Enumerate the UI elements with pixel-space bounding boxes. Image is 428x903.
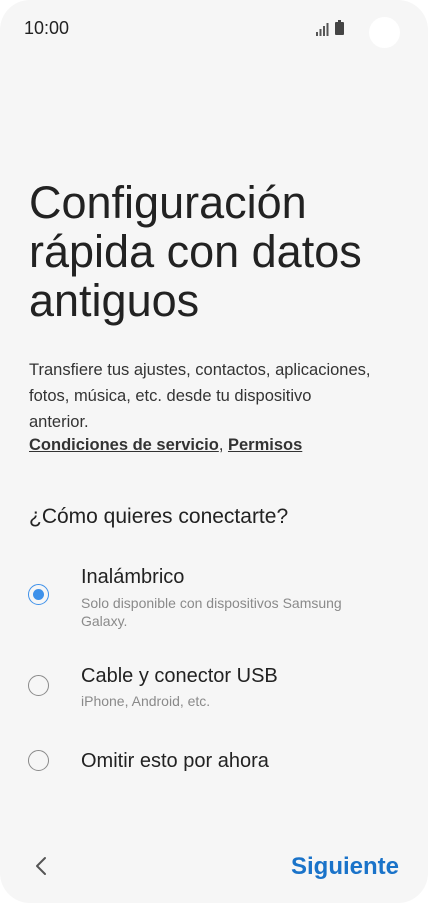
page-title: Configuración rápida con datos antiguos [29,178,409,325]
radio-dot [32,588,44,600]
connection-question: ¿Cómo quieres conectarte? [29,505,289,528]
description-line: Transfiere tus ajustes, contactos, aplic… [29,361,371,379]
terms-link[interactable]: Condiciones de servicio [29,436,219,454]
description-line: fotos, música, etc. desde tu dispositivo [29,387,312,405]
option-title: Omitir esto por ahora [81,750,269,772]
subtitle-line: Galaxy. [81,613,128,629]
option-wireless[interactable]: Inalámbrico Solo disponible con disposit… [0,562,428,632]
signal-icon [316,23,329,36]
subtitle-line: iPhone, Android, etc. [81,693,211,709]
permissions-link[interactable]: Permisos [228,436,302,454]
radio-button-usb[interactable] [28,675,49,696]
title-line: rápida con datos [29,226,362,277]
option-usb-cable[interactable]: Cable y conector USB iPhone, Android, et… [0,661,428,716]
title-line: antiguos [29,275,200,326]
link-separator: , [218,436,228,454]
option-subtitle: Solo disponible con dispositivos Samsung… [81,594,401,630]
legal-links: Condiciones de servicio, Permisos [29,432,302,458]
option-title: Cable y conector USB [81,665,278,687]
next-button[interactable]: Siguiente [291,853,399,881]
chevron-left-icon[interactable] [28,852,56,880]
battery-icon [335,20,344,35]
camera-cutout [369,17,400,48]
option-title: Inalámbrico [81,566,185,588]
subtitle-line: Solo disponible con dispositivos Samsung [81,595,342,611]
title-line: Configuración [29,177,307,228]
radio-button-skip[interactable] [28,750,49,771]
option-subtitle: iPhone, Android, etc. [81,692,401,710]
setup-screen: 10:00 Configuración rápida con datos ant… [0,0,428,903]
status-time: 10:00 [24,18,70,38]
option-skip[interactable]: Omitir esto por ahora [0,746,428,781]
description: Transfiere tus ajustes, contactos, aplic… [29,357,409,435]
radio-button-wireless[interactable] [28,584,49,605]
status-bar: 10:00 [0,0,428,56]
